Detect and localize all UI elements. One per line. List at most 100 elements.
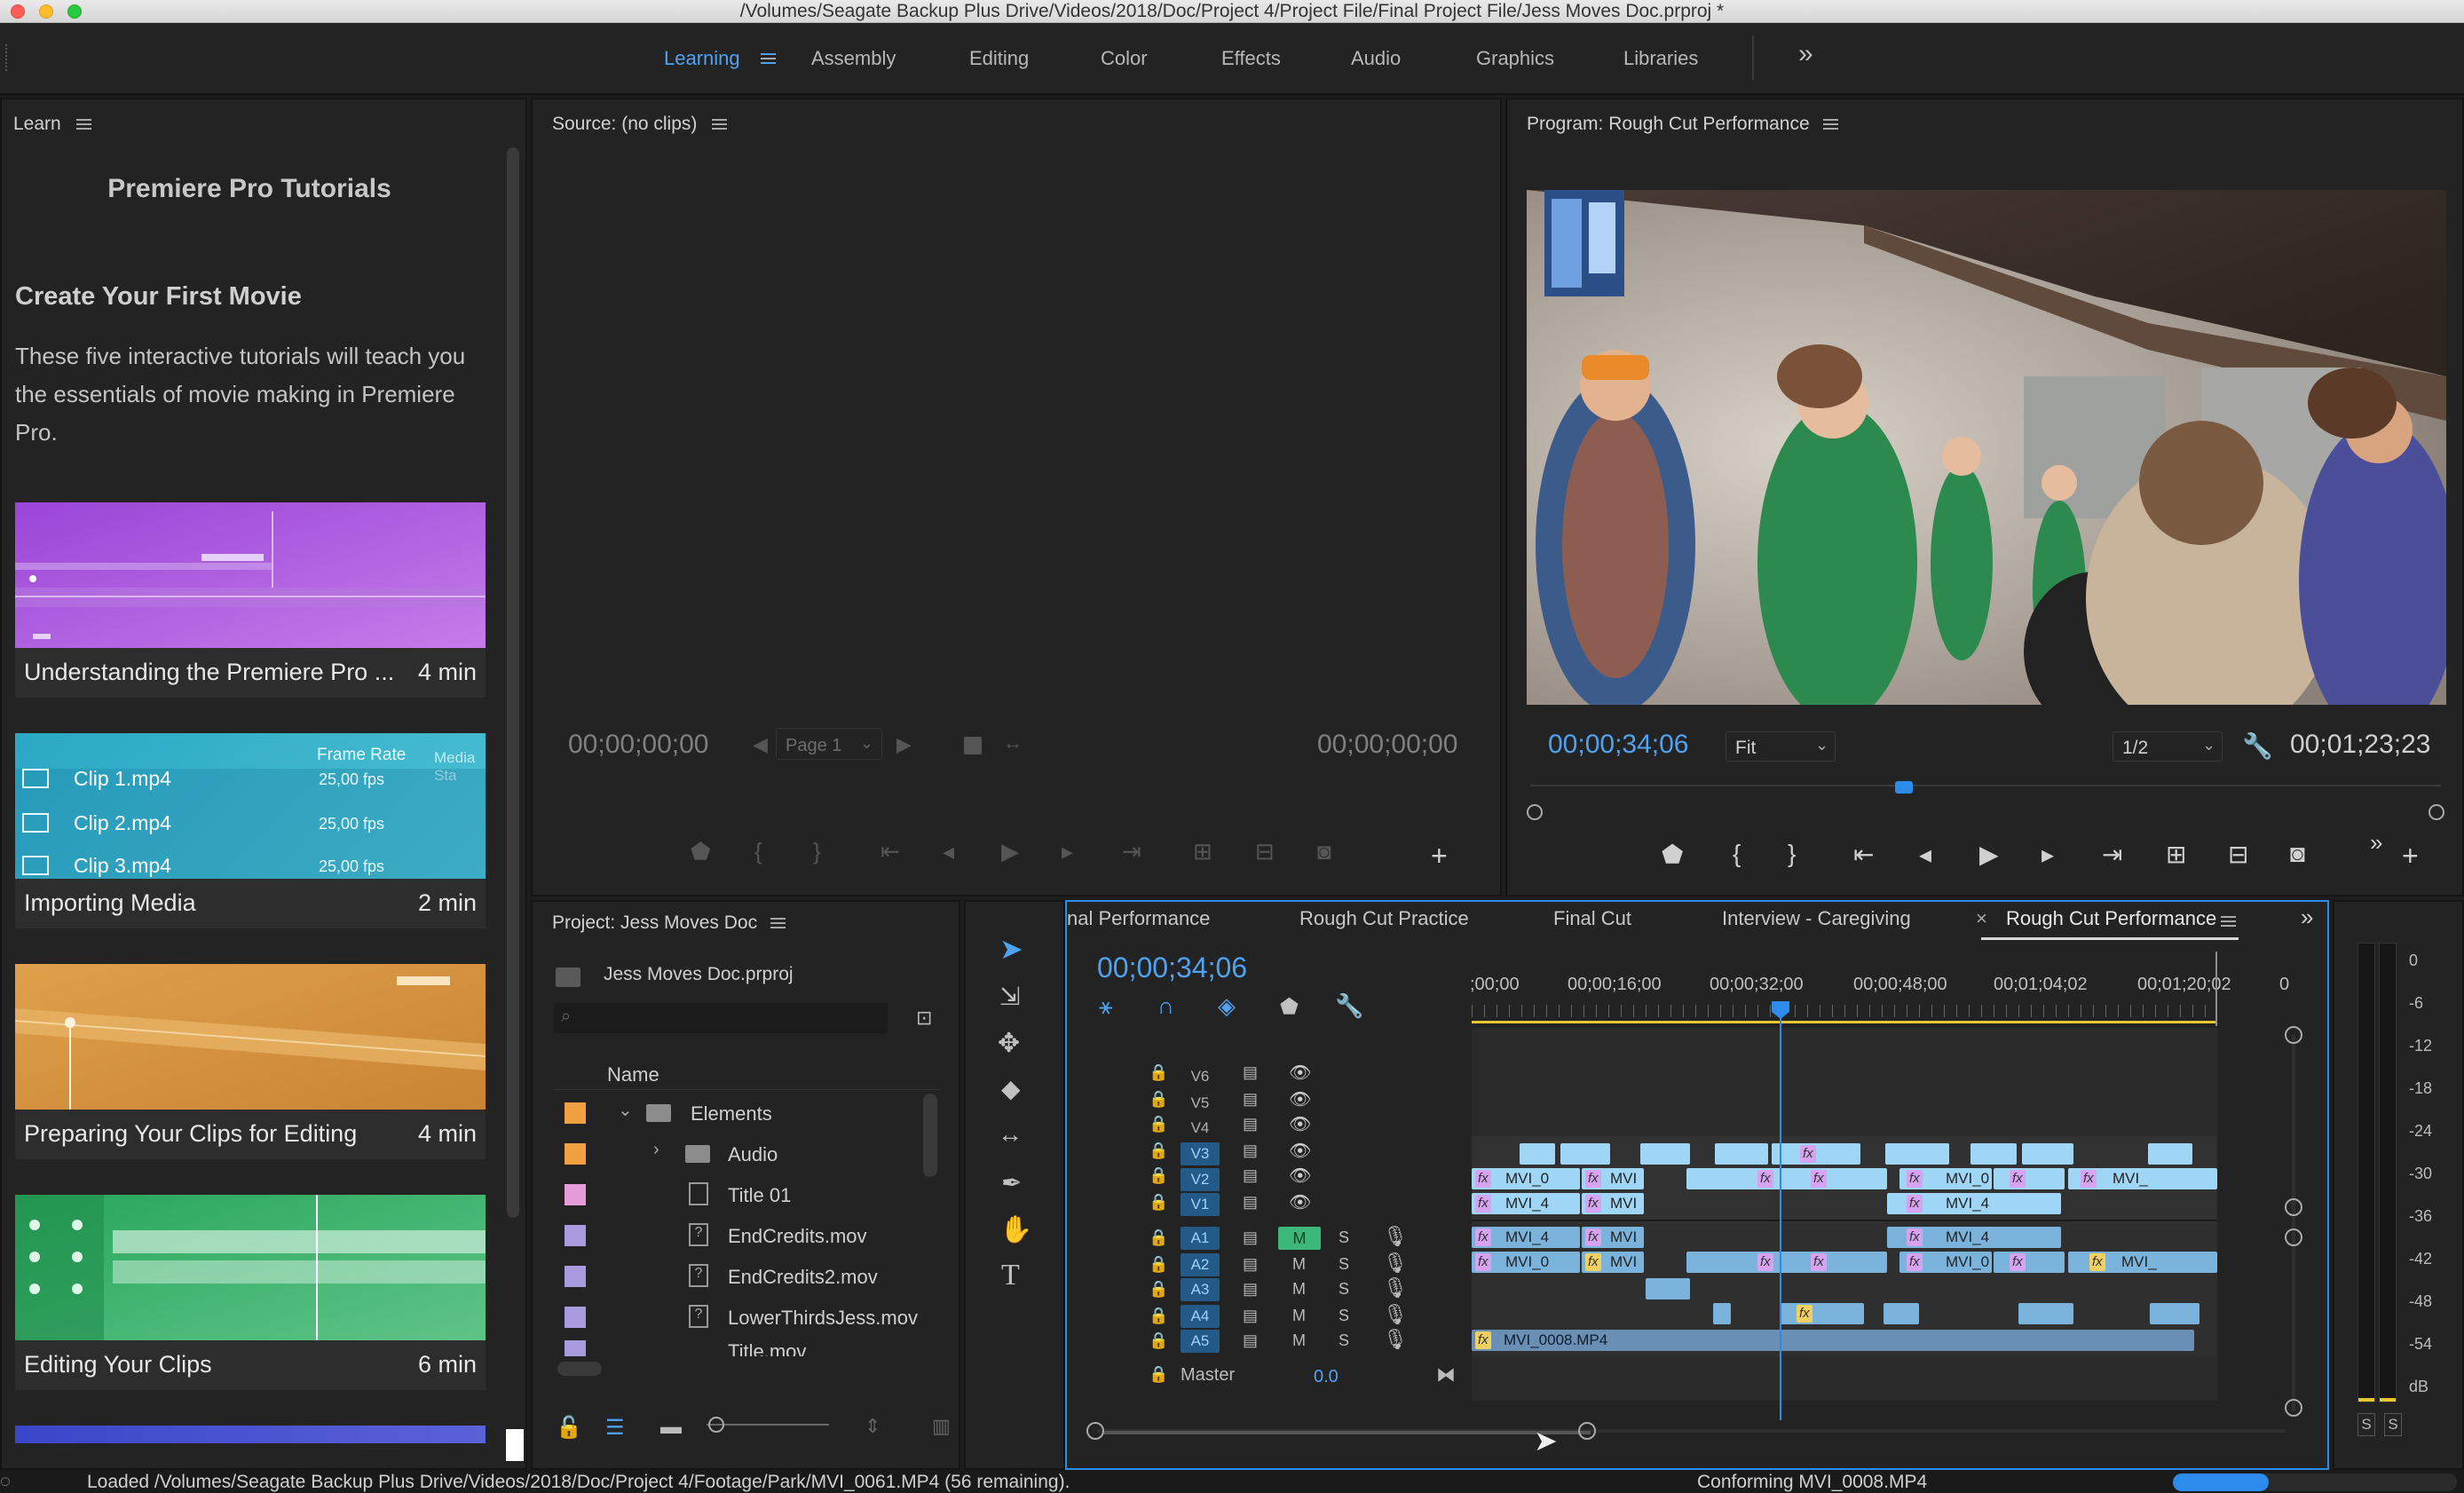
clip-v3[interactable] bbox=[2022, 1143, 2073, 1165]
sync-lock-icon[interactable]: ▤ bbox=[1243, 1063, 1258, 1082]
track-label-a3[interactable]: A3 bbox=[1181, 1278, 1220, 1301]
zoom-slider-thumb[interactable] bbox=[708, 1417, 724, 1433]
timeline-menu-icon[interactable] bbox=[2221, 916, 2236, 927]
timeline-tab-rough-cut-performance[interactable]: Rough Cut Performance bbox=[2006, 907, 2216, 930]
label-color-swatch[interactable] bbox=[565, 1102, 586, 1124]
workspace-tab-editing[interactable]: Editing bbox=[969, 47, 1029, 70]
project-panel-title[interactable]: Project: Jess Moves Doc bbox=[552, 912, 757, 934]
program-add-button-icon[interactable]: + bbox=[2402, 840, 2419, 873]
timeline-v-scroll-track[interactable] bbox=[2292, 1035, 2295, 1411]
nest-toggle-icon[interactable]: ⚹ bbox=[1099, 992, 1113, 1021]
program-scrubber[interactable] bbox=[1527, 774, 2444, 820]
mute-button-a1[interactable]: M bbox=[1278, 1227, 1321, 1250]
program-overflow-icon[interactable]: » bbox=[2370, 829, 2382, 857]
workspace-menu-icon[interactable] bbox=[761, 53, 776, 64]
lock-icon[interactable]: 🔒 bbox=[1149, 1141, 1168, 1160]
mute-button-a5[interactable]: M bbox=[1292, 1331, 1306, 1350]
clip-a2[interactable]: fx MVI_0 bbox=[1899, 1252, 1992, 1273]
wrench-icon[interactable]: 🔧 bbox=[2242, 731, 2273, 761]
project-item-endcredits[interactable]: ? EndCredits.mov bbox=[549, 1214, 941, 1255]
eye-icon[interactable]: 👁 bbox=[1289, 1191, 1311, 1213]
page-select[interactable]: Page 1 ⌄ bbox=[776, 728, 882, 760]
workspace-overflow-icon[interactable]: » bbox=[1798, 39, 1813, 69]
program-monitor-title[interactable]: Program: Rough Cut Performance bbox=[1527, 114, 1810, 135]
mark-out-icon[interactable]: } bbox=[1788, 840, 1796, 868]
workspace-tab-learning[interactable]: Learning bbox=[664, 47, 740, 70]
lock-icon[interactable]: 🔒 bbox=[1149, 1090, 1168, 1109]
export-frame-icon[interactable]: ◙ bbox=[2290, 840, 2305, 868]
solo-button-a3[interactable]: S bbox=[1339, 1280, 1349, 1299]
work-area-bar[interactable] bbox=[1472, 1021, 2217, 1023]
program-panel-menu-icon[interactable] bbox=[1823, 119, 1838, 130]
clip-v2[interactable]: fx MVI_0 bbox=[1899, 1168, 1992, 1189]
clip-v2[interactable]: fx MVI_0 bbox=[1472, 1168, 1580, 1189]
v-scroll-handle-top[interactable] bbox=[2285, 1026, 2302, 1044]
mute-button-a3[interactable]: M bbox=[1292, 1280, 1306, 1299]
workspace-tab-libraries[interactable]: Libraries bbox=[1623, 47, 1698, 70]
workspace-tab-audio[interactable]: Audio bbox=[1351, 47, 1401, 70]
solo-left-button[interactable]: S bbox=[2357, 1413, 2375, 1436]
marker-icon[interactable]: ⬟ bbox=[1662, 840, 1683, 869]
track-label-a4[interactable]: A4 bbox=[1181, 1305, 1220, 1328]
lock-icon[interactable]: 🔒 bbox=[1149, 1255, 1168, 1274]
sync-lock-icon[interactable]: ▤ bbox=[1243, 1166, 1258, 1185]
close-window-button[interactable] bbox=[11, 4, 25, 19]
sync-lock-icon[interactable]: ▤ bbox=[1243, 1280, 1258, 1299]
tutorial-card-importing[interactable]: Frame Rate Media Sta Clip 1.mp4 25,00 fp… bbox=[15, 733, 486, 928]
track-label-a5[interactable]: A5 bbox=[1181, 1330, 1220, 1353]
source-drag-icon[interactable]: ↔ bbox=[1003, 731, 1023, 754]
go-to-in-icon[interactable]: ⇤ bbox=[881, 838, 900, 865]
project-search-input[interactable]: ⌕ bbox=[554, 1003, 888, 1033]
insert-icon[interactable]: ⊞ bbox=[1193, 838, 1212, 865]
track-label-v4[interactable]: V4 bbox=[1181, 1117, 1220, 1140]
sync-lock-icon[interactable]: ▤ bbox=[1243, 1141, 1258, 1160]
program-timecode-current[interactable]: 00;00;34;06 bbox=[1548, 730, 1688, 760]
snap-icon[interactable]: ∩ bbox=[1157, 992, 1174, 1020]
sync-lock-icon[interactable]: ▤ bbox=[1243, 1255, 1258, 1274]
project-item-title01[interactable]: Title 01 bbox=[549, 1173, 941, 1214]
marker-icon[interactable]: ⬟ bbox=[691, 838, 711, 865]
project-item-endcredits2[interactable]: ? EndCredits2.mov bbox=[549, 1255, 941, 1296]
clip-a2[interactable]: fx fx bbox=[1686, 1252, 1887, 1273]
zoom-select[interactable]: Fit ⌄ bbox=[1726, 731, 1836, 762]
source-panel-menu-icon[interactable] bbox=[712, 119, 727, 130]
v-scroll-handle-bottom[interactable] bbox=[2285, 1399, 2302, 1417]
zoom-window-button[interactable] bbox=[67, 4, 82, 19]
pen-tool-icon[interactable]: ✒ bbox=[1001, 1168, 1022, 1197]
clip-v3[interactable] bbox=[1640, 1143, 1690, 1165]
h-scroll-handle-left[interactable] bbox=[1086, 1422, 1104, 1440]
play-icon[interactable]: ▶ bbox=[1979, 840, 1999, 869]
track-label-v2[interactable]: V2 bbox=[1181, 1168, 1220, 1191]
learn-scrollbar[interactable] bbox=[507, 147, 519, 1218]
tutorial-card-editing[interactable]: Editing Your Clips 6 min bbox=[15, 1195, 486, 1390]
clip-v3[interactable] bbox=[1560, 1143, 1610, 1165]
microphone-icon[interactable]: 🎙 bbox=[1383, 1303, 1408, 1326]
step-forward-icon[interactable]: ▸ bbox=[1062, 838, 1073, 865]
clip-a1[interactable]: fx MVI_4 bbox=[1887, 1227, 2061, 1248]
sync-lock-icon[interactable]: ▤ bbox=[1243, 1228, 1258, 1247]
clip-a2[interactable]: fx bbox=[1994, 1252, 2065, 1273]
lift-icon[interactable]: ⊞ bbox=[2166, 840, 2186, 869]
eye-icon[interactable]: 👁 bbox=[1289, 1062, 1311, 1084]
track-select-tool-icon[interactable]: ⇲ bbox=[999, 982, 1020, 1011]
step-forward-icon[interactable]: ▸ bbox=[2041, 840, 2054, 869]
solo-button-a5[interactable]: S bbox=[1339, 1331, 1349, 1350]
slip-tool-icon[interactable]: ↔ bbox=[998, 1120, 1023, 1149]
clip-a1[interactable]: fx MVI bbox=[1582, 1227, 1644, 1248]
go-to-in-icon[interactable]: ⇤ bbox=[1853, 840, 1874, 869]
workspace-tab-effects[interactable]: Effects bbox=[1221, 47, 1281, 70]
program-video-frame[interactable] bbox=[1527, 190, 2446, 705]
lock-icon[interactable]: 🔒 bbox=[1149, 1063, 1168, 1082]
mark-in-icon[interactable]: { bbox=[754, 838, 762, 865]
track-label-v5[interactable]: V5 bbox=[1181, 1092, 1220, 1115]
mark-in-icon[interactable]: { bbox=[1733, 840, 1741, 868]
lock-icon[interactable]: 🔒 bbox=[1149, 1166, 1168, 1185]
zoom-slider[interactable] bbox=[707, 1424, 829, 1426]
track-label-a2[interactable]: A2 bbox=[1181, 1253, 1220, 1276]
eye-icon[interactable]: 👁 bbox=[1289, 1088, 1311, 1110]
lock-icon[interactable]: 🔒 bbox=[1149, 1193, 1168, 1212]
step-back-icon[interactable]: ◂ bbox=[1919, 840, 1931, 869]
lock-icon[interactable]: 🔒 bbox=[1149, 1228, 1168, 1247]
clip-v2[interactable]: fx bbox=[1994, 1168, 2065, 1189]
list-view-icon[interactable]: ☰ bbox=[605, 1415, 625, 1441]
